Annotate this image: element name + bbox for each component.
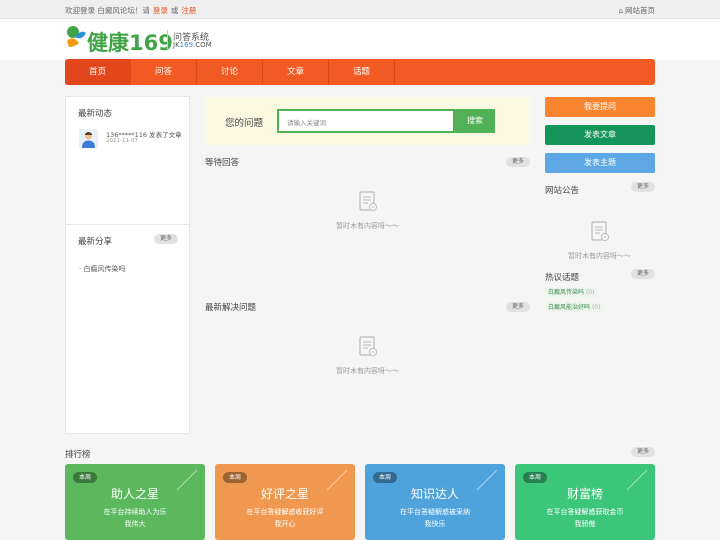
week-badge: 本周 [223, 472, 247, 483]
main-nav: 首页 问答 讨论 文章 话题 [65, 59, 655, 85]
welcome-label: 欢迎登录 白癜风论坛！请 [65, 6, 150, 15]
rank-card-desc: 在平台持续助人为乐 [103, 508, 167, 516]
logo-domain-b: 169 [179, 41, 194, 49]
nav-item-discussion[interactable]: 讨论 [197, 59, 263, 85]
rank-card-title: 知识达人 [410, 487, 459, 501]
solved-more-button[interactable]: 更多 [506, 302, 530, 312]
user-avatar[interactable] [79, 129, 98, 148]
hot-topic-name: 白癜风能治好吗 [548, 304, 591, 311]
question-search: 您的问题 请输入关键词 搜索 [205, 97, 530, 145]
share-more-button[interactable]: 更多 [154, 234, 178, 244]
hot-topics-title: 热议话题 [545, 273, 580, 283]
rank-card-title: 财富榜 [566, 487, 603, 501]
rank-card-title: 好评之星 [260, 487, 309, 501]
logo-separator [167, 30, 168, 49]
search-button[interactable]: 搜索 [455, 109, 495, 133]
waiting-answers-title: 等待回答 [205, 158, 240, 168]
rank-card-desc: 在平台答疑解惑被采纳 [400, 508, 470, 516]
notice-empty-text: 暂时木有内容呀～～ [568, 252, 631, 260]
ranking-more-button[interactable]: 更多 [631, 447, 655, 457]
nav-item-home[interactable]: 首页 [65, 59, 131, 85]
question-label: 您的问题 [225, 118, 264, 129]
week-badge: 本周 [73, 472, 97, 483]
logo-brand: 健康169 [87, 31, 173, 55]
empty-document-icon [359, 191, 377, 211]
rank-card-wealth[interactable]: 本周 财富榜 在平台答疑解惑获取金币 我骄傲 [515, 464, 655, 540]
logo-domain: JK169.COM [173, 41, 212, 49]
notice-more-button[interactable]: 更多 [631, 182, 655, 192]
week-badge: 本周 [373, 472, 397, 483]
home-icon: ⌂ [618, 7, 623, 15]
latest-share-title: 最新分享 [78, 237, 113, 247]
activity-date: 2021-11-07 [106, 138, 138, 144]
login-link[interactable]: 登录 [153, 6, 168, 15]
register-link[interactable]: 注册 [181, 6, 196, 15]
waiting-more-button[interactable]: 更多 [506, 157, 530, 167]
search-placeholder: 请输入关键词 [287, 119, 326, 127]
site-notice-title: 网站公告 [545, 186, 580, 196]
week-badge: 本周 [523, 472, 547, 483]
search-input[interactable]: 请输入关键词 [277, 109, 455, 133]
nav-item-articles[interactable]: 文章 [263, 59, 329, 85]
welcome-text: 欢迎登录 白癜风论坛！请 登录或注册 [65, 5, 199, 16]
logo-domain-a: JK [173, 41, 180, 49]
rank-card-expert[interactable]: 本周 知识达人 在平台答疑解惑被采纳 我快乐 [365, 464, 505, 540]
rank-card-desc: 在平台答疑解惑获取金币 [546, 508, 624, 516]
site-home-link[interactable]: ⌂ 网站首页 [619, 5, 655, 16]
solved-empty-text: 暂时木有内容呀～～ [336, 367, 399, 375]
rank-card-title: 助人之星 [110, 487, 159, 501]
or-label: 或 [170, 6, 179, 15]
nav-item-topics[interactable]: 话题 [329, 59, 395, 85]
ask-question-button[interactable]: 我要提问 [545, 97, 655, 117]
rank-card-tagline: 我快乐 [424, 520, 446, 528]
hot-topic-count: (0) [585, 289, 595, 296]
hot-topics-more-button[interactable]: 更多 [631, 269, 655, 279]
empty-document-icon [591, 221, 609, 241]
latest-activity-title: 最新动态 [78, 109, 113, 119]
waiting-empty-text: 暂时木有内容呀～～ [336, 222, 399, 230]
logo-icon [67, 26, 86, 47]
hot-topic-tag[interactable]: 白癜风传染吗 (0) [545, 287, 598, 298]
post-topic-button[interactable]: 发表主题 [545, 153, 655, 173]
ranking-title: 排行榜 [65, 450, 91, 460]
site-home-label: 网站首页 [625, 6, 655, 15]
nav-item-qa[interactable]: 问答 [131, 59, 197, 85]
top-bar: 欢迎登录 白癜风论坛！请 登录或注册 ⌂ 网站首页 [0, 0, 720, 19]
share-item[interactable]: · 白癜风传染吗 [79, 264, 125, 274]
rank-card-desc: 在平台答疑解惑收获好评 [246, 508, 324, 516]
hot-topic-name: 白癜风传染吗 [548, 289, 585, 296]
left-divider [66, 224, 189, 225]
rank-card-helper[interactable]: 本周 助人之星 在平台持续助人为乐 我伟大 [65, 464, 205, 540]
left-sidebar: 最新动态 136*****116 发表了文章 2021-11-07 最新分享 更… [65, 96, 190, 434]
latest-solved-title: 最新解决问题 [205, 303, 257, 313]
hot-topic-count: (0) [591, 304, 601, 311]
empty-document-icon [359, 336, 377, 356]
rank-card-tagline: 我伟大 [124, 520, 146, 528]
rank-card-praise[interactable]: 本周 好评之星 在平台答疑解惑收获好评 我开心 [215, 464, 355, 540]
rank-card-tagline: 我开心 [274, 520, 296, 528]
rank-card-tagline: 我骄傲 [574, 520, 596, 528]
post-article-button[interactable]: 发表文章 [545, 125, 655, 145]
hot-topic-tag[interactable]: 白癜风能治好吗 (0) [545, 302, 604, 313]
header: 健康169 问答系统 JK169.COM [0, 19, 720, 60]
logo-domain-c: .COM [193, 41, 212, 49]
